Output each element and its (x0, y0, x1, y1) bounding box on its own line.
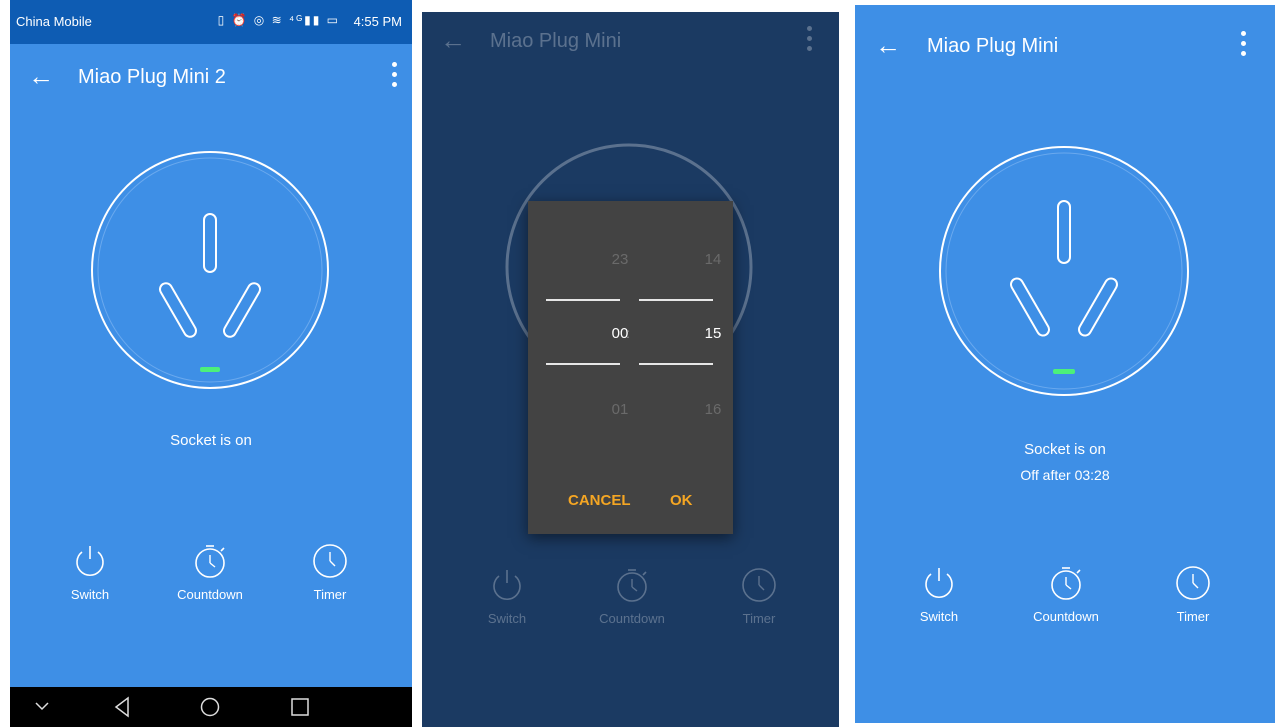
nav-home-icon (200, 697, 220, 717)
app-bar: ← Miao Plug Mini 2 (10, 48, 412, 108)
back-arrow-icon: ← (440, 25, 466, 55)
countdown-button: Countdown (577, 567, 687, 626)
time-separator: : (626, 325, 630, 341)
clock-icon (742, 568, 776, 602)
socket-status-text: Socket is on (1024, 441, 1106, 458)
ok-button[interactable]: OK (670, 492, 693, 509)
hour-divider-top (546, 299, 620, 301)
screen-countdown-active: ← Miao Plug Mini Socket is on Off after … (855, 5, 1275, 723)
cancel-button[interactable]: CANCEL (568, 492, 631, 509)
timer-button: Timer (704, 567, 814, 626)
android-nav-bar (10, 687, 412, 727)
nav-back-icon (114, 696, 129, 718)
timer-label: Timer (1176, 609, 1210, 624)
switch-button[interactable]: Switch (35, 543, 145, 602)
power-icon (925, 568, 953, 599)
status-bar: China Mobile ▯ ⏰ ◎ ≋ ⁴ᴳ▮▮ ▭ 4:55 PM (10, 0, 412, 44)
socket-graphic[interactable] (938, 145, 1190, 397)
hour-picker[interactable]: 23 00 01 (546, 201, 628, 431)
stopwatch-icon (1051, 567, 1081, 600)
screen-main-on: China Mobile ▯ ⏰ ◎ ≋ ⁴ᴳ▮▮ ▭ 4:55 PM ← Mi… (10, 0, 412, 727)
timer-label: Timer (313, 587, 347, 602)
hide-nav-icon (35, 702, 49, 711)
minute-next[interactable]: 16 (676, 401, 750, 418)
time-picker-dialog: 23 00 01 : 14 15 16 CANCEL OK (528, 201, 733, 534)
socket-graphic[interactable] (90, 150, 330, 390)
timer-label: Timer (742, 611, 776, 626)
countdown-button[interactable]: Countdown (155, 543, 265, 602)
clock-icon (313, 544, 347, 578)
countdown-button[interactable]: Countdown (1011, 565, 1121, 624)
socket-icon (91, 151, 329, 389)
countdown-label: Countdown (599, 611, 665, 626)
more-options-icon (807, 26, 813, 52)
power-icon (76, 546, 104, 577)
timer-button[interactable]: Timer (1138, 565, 1248, 624)
power-indicator-led (1053, 369, 1075, 374)
clock-icon (1176, 566, 1210, 600)
app-bar: ← Miao Plug Mini (855, 17, 1275, 77)
switch-label: Switch (70, 587, 110, 602)
power-icon (493, 570, 521, 601)
countdown-label: Countdown (1033, 609, 1099, 624)
switch-label: Switch (487, 611, 527, 626)
app-bar: ← Miao Plug Mini (422, 12, 839, 72)
status-icons: ▯ ⏰ ◎ ≋ ⁴ᴳ▮▮ ▭ (217, 13, 340, 27)
nav-recents-icon (291, 698, 309, 716)
switch-button[interactable]: Switch (884, 565, 994, 624)
switch-label: Switch (919, 609, 959, 624)
power-indicator-led (200, 367, 220, 372)
back-arrow-icon[interactable]: ← (28, 62, 54, 90)
socket-status-text: Socket is on (170, 432, 252, 449)
stopwatch-icon (195, 545, 225, 578)
page-title: Miao Plug Mini (490, 30, 622, 52)
minute-picker[interactable]: 14 15 16 (639, 201, 721, 431)
screen-countdown-picker: ← Miao Plug Mini Switch Countdown Timer … (422, 12, 839, 727)
page-title: Miao Plug Mini 2 (78, 66, 226, 88)
carrier-label: China Mobile (16, 14, 92, 29)
switch-button: Switch (452, 567, 562, 626)
page-title: Miao Plug Mini (927, 35, 1059, 57)
minute-prev[interactable]: 14 (676, 251, 750, 268)
socket-icon (939, 146, 1189, 396)
minute-divider-bottom (639, 363, 713, 365)
stopwatch-icon (617, 569, 647, 602)
timer-button[interactable]: Timer (275, 543, 385, 602)
clock: 4:55 PM (353, 14, 402, 29)
minute-selected[interactable]: 15 (676, 325, 750, 342)
countdown-remaining-text: Off after 03:28 (1020, 467, 1110, 483)
back-arrow-icon[interactable]: ← (875, 31, 901, 59)
hour-divider-bottom (546, 363, 620, 365)
more-options-icon[interactable] (392, 62, 398, 88)
minute-divider-top (639, 299, 713, 301)
countdown-label: Countdown (177, 587, 243, 602)
more-options-icon[interactable] (1241, 31, 1247, 57)
